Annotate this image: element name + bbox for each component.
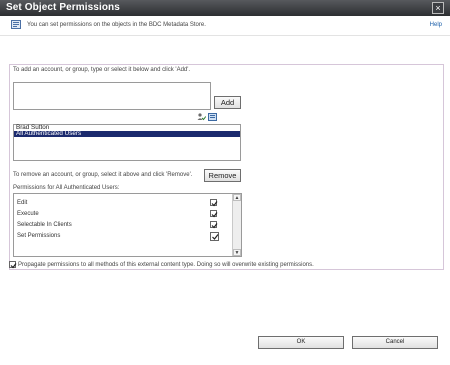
remove-button[interactable]: Remove (204, 169, 241, 182)
permission-checkbox-set-permissions[interactable] (210, 232, 219, 241)
permissions-scrollbar[interactable]: ▲ ▼ (232, 194, 241, 256)
close-icon[interactable]: × (432, 2, 444, 14)
propagate-checkbox[interactable] (9, 261, 17, 269)
people-picker-tools (197, 113, 217, 123)
permission-label-selectable: Selectable In Clients (17, 222, 72, 228)
account-input[interactable] (13, 82, 211, 110)
permission-label-edit: Edit (17, 200, 28, 206)
propagate-label: Propagate permissions to all methods of … (18, 262, 314, 268)
check-names-icon[interactable] (197, 113, 207, 123)
ok-button[interactable]: OK (258, 336, 344, 349)
permissions-info-icon (11, 20, 21, 29)
permissions-label: Permissions for All Authenticated Users: (13, 185, 120, 191)
info-text: You can set permissions on the objects i… (27, 22, 206, 28)
remove-instruction: To remove an account, or group, select i… (13, 172, 193, 178)
browse-directory-icon[interactable] (207, 113, 217, 123)
user-list[interactable]: Brad Sutton All Authenticated Users (13, 124, 241, 161)
info-bar: You can set permissions on the objects i… (0, 16, 450, 36)
add-button[interactable]: Add (214, 96, 241, 109)
permissions-list: Edit Execute Selectable In Clients Set P… (13, 193, 242, 257)
scroll-up-icon[interactable]: ▲ (233, 194, 241, 201)
permission-label-execute: Execute (17, 211, 39, 217)
add-instruction: To add an account, or group, type or sel… (13, 67, 191, 73)
permission-checkbox-execute[interactable] (210, 210, 218, 218)
permission-label-set-permissions: Set Permissions (17, 233, 61, 239)
permission-checkbox-edit[interactable] (210, 199, 218, 207)
help-link[interactable]: Help (430, 22, 442, 28)
list-item-selected[interactable]: All Authenticated Users (14, 130, 240, 137)
permission-checkbox-selectable[interactable] (210, 221, 218, 229)
scroll-down-icon[interactable]: ▼ (233, 249, 241, 256)
cancel-button[interactable]: Cancel (352, 336, 438, 349)
dialog-titlebar: Set Object Permissions × (0, 0, 450, 16)
dialog-title: Set Object Permissions (6, 2, 120, 13)
